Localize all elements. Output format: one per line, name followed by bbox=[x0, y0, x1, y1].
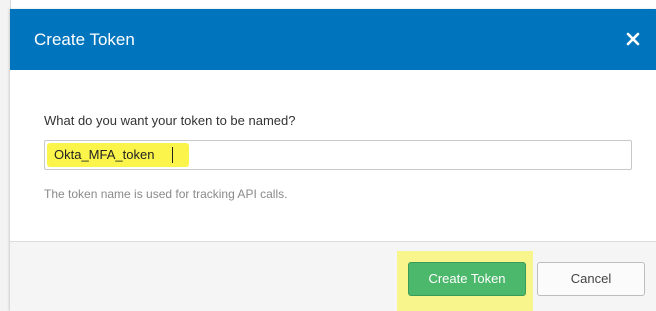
dialog-body: What do you want your token to be named?… bbox=[10, 70, 656, 241]
text-caret bbox=[172, 147, 173, 163]
cancel-button[interactable]: Cancel bbox=[537, 262, 645, 296]
close-button[interactable] bbox=[622, 28, 644, 50]
dialog-header: Create Token bbox=[10, 9, 656, 70]
create-token-button[interactable]: Create Token bbox=[408, 262, 526, 296]
token-name-input[interactable]: Okta_MFA_token bbox=[44, 140, 632, 170]
dialog-footer: Create Token Cancel bbox=[10, 241, 656, 311]
create-token-dialog: Create Token What do you want your token… bbox=[10, 9, 656, 311]
token-name-value: Okta_MFA_token bbox=[54, 147, 155, 162]
token-name-label: What do you want your token to be named? bbox=[44, 113, 296, 128]
token-name-help-text: The token name is used for tracking API … bbox=[44, 187, 288, 201]
close-icon bbox=[626, 32, 640, 46]
dialog-title: Create Token bbox=[34, 30, 135, 49]
